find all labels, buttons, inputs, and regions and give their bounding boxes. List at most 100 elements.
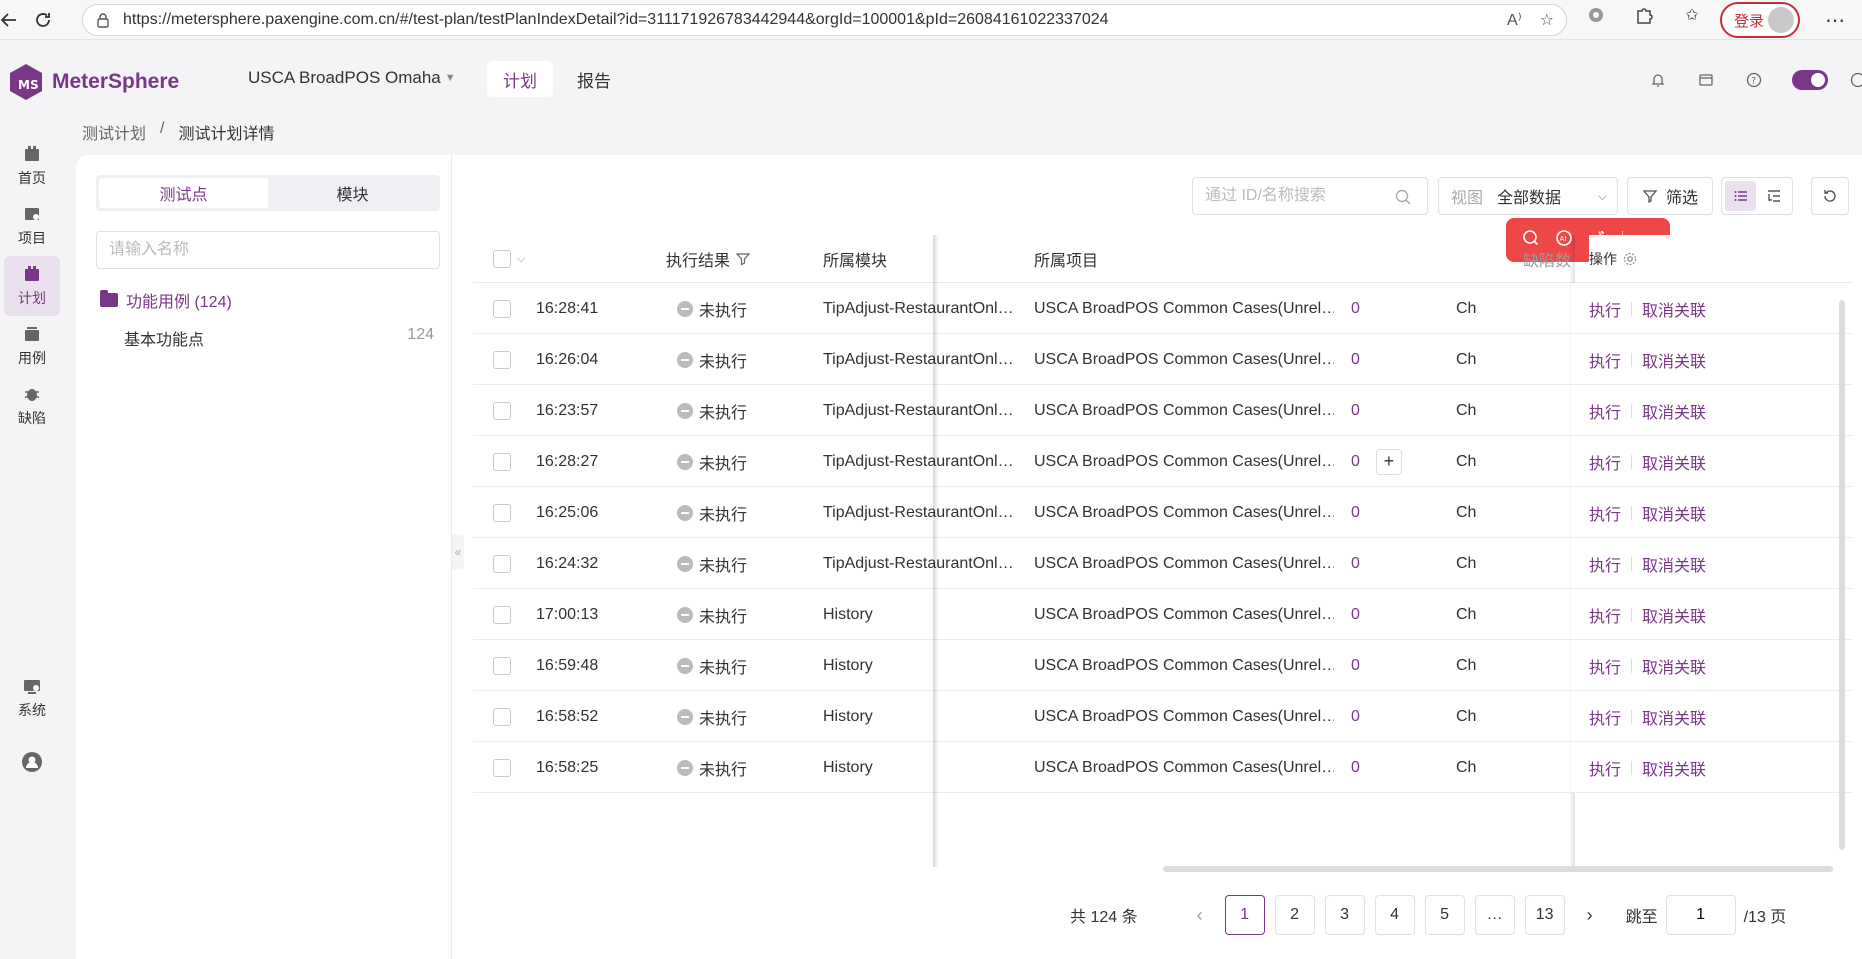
cell-result: 未执行	[677, 385, 747, 436]
page-number[interactable]: 2	[1274, 895, 1315, 935]
select-all[interactable]: ⌵	[493, 235, 525, 283]
horizontal-scrollbar[interactable]	[1163, 866, 1833, 872]
unlink-link[interactable]: 取消关联	[1642, 501, 1706, 525]
profile-login-button[interactable]: 登录	[1720, 2, 1800, 38]
execute-link[interactable]: 执行	[1589, 450, 1621, 474]
tab-module[interactable]: 模块	[268, 178, 437, 208]
row-actions: 执行 取消关联	[1589, 283, 1706, 334]
row-checkbox[interactable]	[493, 401, 511, 420]
add-defect-icon[interactable]: +	[1375, 448, 1402, 475]
rail-item-home[interactable]: 首页	[0, 136, 64, 196]
filter-button[interactable]: 筛选	[1627, 177, 1713, 215]
unlink-link[interactable]: 取消关联	[1642, 450, 1706, 474]
page-ellipsis[interactable]: …	[1474, 895, 1515, 935]
select-all-checkbox[interactable]	[493, 250, 511, 268]
page-number[interactable]: 4	[1374, 895, 1415, 935]
divider	[1631, 301, 1633, 316]
table-row-actions: 执行 取消关联	[1571, 487, 1853, 538]
row-actions: 执行 取消关联	[1589, 487, 1706, 538]
unlink-link[interactable]: 取消关联	[1642, 297, 1706, 321]
execute-link[interactable]: 执行	[1589, 552, 1621, 576]
extension-circle-icon[interactable]	[1585, 4, 1607, 26]
unlink-link[interactable]: 取消关联	[1642, 705, 1706, 729]
unlink-link[interactable]: 取消关联	[1642, 348, 1706, 372]
back-arrow-icon[interactable]	[0, 3, 26, 37]
prev-page-icon[interactable]: ‹	[1180, 905, 1220, 926]
execute-link[interactable]: 执行	[1589, 297, 1621, 321]
cell-creator: Ch	[1456, 299, 1477, 317]
favorites-icon[interactable]: ✩	[1681, 4, 1703, 26]
search-input[interactable]	[1192, 177, 1428, 215]
favorite-star-icon[interactable]: ☆	[1540, 10, 1554, 30]
column-settings-gear-icon[interactable]	[1623, 252, 1637, 266]
row-checkbox[interactable]	[493, 350, 511, 369]
extensions-puzzle-icon[interactable]	[1633, 4, 1655, 26]
unlink-link[interactable]: 取消关联	[1642, 756, 1706, 780]
col-actions: 操作	[1589, 235, 1853, 283]
search-icon[interactable]	[1394, 188, 1412, 206]
vertical-scrollbar[interactable]	[1839, 300, 1845, 850]
row-checkbox[interactable]	[493, 707, 511, 726]
bell-icon[interactable]	[1648, 70, 1668, 90]
refresh-button[interactable]	[1811, 177, 1849, 215]
rail-item-bug[interactable]: 缺陷	[0, 376, 64, 436]
task-center-icon[interactable]	[1696, 70, 1716, 90]
help-icon[interactable]: ?	[1744, 70, 1764, 90]
execute-link[interactable]: 执行	[1589, 654, 1621, 678]
execute-link[interactable]: 执行	[1589, 705, 1621, 729]
address-bar[interactable]: https://metersphere.paxengine.com.cn/#/t…	[82, 4, 1567, 36]
execute-link[interactable]: 执行	[1589, 756, 1621, 780]
page-jump-input[interactable]	[1665, 895, 1736, 935]
row-checkbox[interactable]	[493, 656, 511, 675]
site-info-icon[interactable]	[95, 12, 111, 28]
user-avatar[interactable]	[0, 732, 64, 792]
row-checkbox[interactable]	[493, 503, 511, 522]
breadcrumb-parent[interactable]: 测试计划	[82, 120, 146, 144]
theme-toggle[interactable]	[1792, 70, 1828, 90]
tree-child-node[interactable]: 基本功能点 124	[124, 326, 434, 350]
page-number[interactable]: 1	[1224, 895, 1265, 935]
page-number[interactable]: 3	[1324, 895, 1365, 935]
tab-test-point[interactable]: 测试点	[99, 178, 268, 208]
rail-item-project[interactable]: 项目	[0, 196, 64, 256]
cell-time: 16:58:25	[536, 758, 599, 776]
tab-plan[interactable]: 计划	[487, 61, 553, 97]
tree-search-input[interactable]	[96, 231, 440, 269]
row-checkbox[interactable]	[493, 299, 511, 318]
unlink-link[interactable]: 取消关联	[1642, 399, 1706, 423]
logo[interactable]: MS MeterSphere	[8, 62, 179, 102]
select-dropdown-icon[interactable]: ⌵	[517, 253, 525, 266]
user-settings-icon[interactable]	[1848, 70, 1862, 90]
next-page-icon[interactable]: ›	[1570, 905, 1610, 926]
rail-item-plan[interactable]: 计划	[4, 256, 60, 316]
row-actions: 执行 取消关联	[1589, 691, 1706, 742]
browser-menu-icon[interactable]: ⋯	[1825, 8, 1845, 33]
unlink-link[interactable]: 取消关联	[1642, 654, 1706, 678]
read-aloud-icon[interactable]: A⁾	[1507, 10, 1522, 30]
execute-link[interactable]: 执行	[1589, 603, 1621, 627]
rail-item-system[interactable]: 系统	[0, 668, 64, 728]
row-checkbox[interactable]	[493, 758, 511, 777]
reload-icon[interactable]	[26, 3, 60, 37]
unlink-link[interactable]: 取消关联	[1642, 603, 1706, 627]
collapse-tree-icon[interactable]: «	[452, 535, 464, 569]
tree-view-icon[interactable]	[1758, 181, 1789, 211]
list-view-icon[interactable]	[1725, 181, 1756, 211]
row-checkbox[interactable]	[493, 554, 511, 573]
project-selector[interactable]: USCA BroadPOS Omaha ▼	[248, 68, 456, 88]
view-select[interactable]: 视图 全部数据 ⌵	[1438, 177, 1618, 215]
execute-link[interactable]: 执行	[1589, 399, 1621, 423]
url-text: https://metersphere.paxengine.com.cn/#/t…	[123, 11, 1109, 28]
page-number[interactable]: 13	[1524, 895, 1565, 935]
tab-report[interactable]: 报告	[561, 61, 627, 97]
row-checkbox[interactable]	[493, 452, 511, 471]
tree-root-node[interactable]: 功能用例 (124)	[100, 288, 232, 312]
filter-icon[interactable]	[736, 252, 751, 266]
execute-link[interactable]: 执行	[1589, 501, 1621, 525]
page-number[interactable]: 5	[1424, 895, 1465, 935]
row-checkbox[interactable]	[493, 605, 511, 624]
rail-item-case[interactable]: 用例	[0, 316, 64, 376]
execute-link[interactable]: 执行	[1589, 348, 1621, 372]
cell-module: History	[823, 707, 873, 725]
unlink-link[interactable]: 取消关联	[1642, 552, 1706, 576]
